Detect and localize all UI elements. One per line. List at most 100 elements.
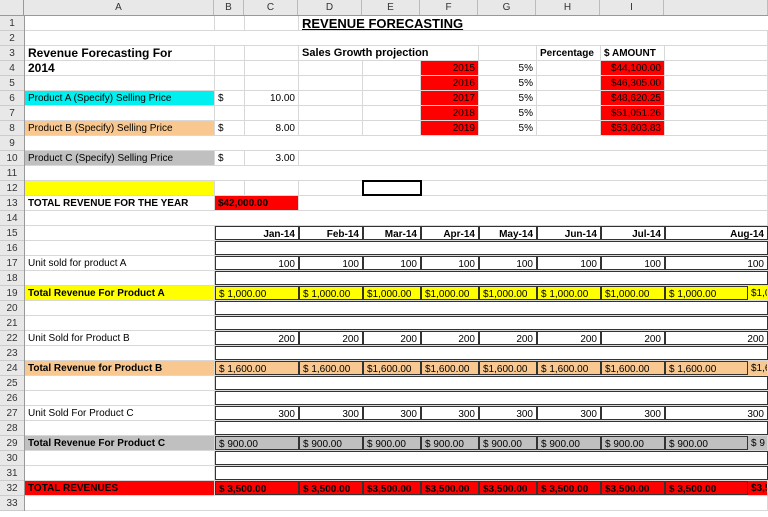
cell[interactable]: [215, 61, 245, 75]
row-10[interactable]: 10: [0, 151, 24, 166]
col-I[interactable]: I: [600, 0, 664, 15]
row-18[interactable]: 18: [0, 271, 24, 286]
row-33[interactable]: 33: [0, 496, 24, 511]
cell[interactable]: $1,600.00: [421, 361, 479, 375]
row-21[interactable]: 21: [0, 316, 24, 331]
row-9[interactable]: 9: [0, 136, 24, 151]
cell[interactable]: [215, 181, 245, 195]
price-a[interactable]: 10.00: [245, 91, 299, 105]
cell[interactable]: [537, 121, 601, 135]
row-5[interactable]: 5: [0, 76, 24, 91]
row-26[interactable]: 26: [0, 391, 24, 406]
cell[interactable]: [665, 46, 768, 60]
cell[interactable]: $1,000.00: [363, 286, 421, 300]
cell[interactable]: $: [215, 121, 245, 135]
cell[interactable]: $ 900.00: [537, 436, 601, 450]
row-2[interactable]: 2: [0, 31, 24, 46]
cell[interactable]: $ 1,000.00: [537, 286, 601, 300]
cell[interactable]: [245, 16, 299, 30]
cell[interactable]: [25, 271, 215, 285]
row-17[interactable]: 17: [0, 256, 24, 271]
proj-amt[interactable]: $53,603.83: [601, 121, 665, 135]
cell[interactable]: $3,500.00: [421, 481, 479, 495]
month-hdr[interactable]: May-14: [479, 226, 537, 240]
row-12[interactable]: 12: [0, 181, 24, 196]
cell[interactable]: 300: [537, 406, 601, 420]
cell[interactable]: [25, 301, 215, 315]
cell[interactable]: $ 900.00: [363, 436, 421, 450]
cell[interactable]: $1,0: [748, 286, 768, 300]
row-30[interactable]: 30: [0, 451, 24, 466]
cell[interactable]: [537, 106, 601, 120]
cell[interactable]: [299, 196, 768, 210]
cell[interactable]: $ 1,600.00: [215, 361, 299, 375]
cell[interactable]: [215, 466, 768, 480]
cell[interactable]: $ 900.00: [299, 436, 363, 450]
cell[interactable]: [299, 181, 363, 195]
cell[interactable]: [665, 76, 768, 90]
cell[interactable]: [25, 376, 215, 390]
cell[interactable]: $ 1,600.00: [537, 361, 601, 375]
row-13[interactable]: 13: [0, 196, 24, 211]
row-28[interactable]: 28: [0, 421, 24, 436]
cell[interactable]: 300: [421, 406, 479, 420]
cell[interactable]: 100: [215, 256, 299, 270]
proj-amt[interactable]: $51,051.26: [601, 106, 665, 120]
cell[interactable]: [215, 46, 245, 60]
cell[interactable]: [215, 316, 768, 330]
cell[interactable]: [665, 91, 768, 105]
row-4[interactable]: 4: [0, 61, 24, 76]
cell[interactable]: $ 3,500.00: [537, 481, 601, 495]
cell[interactable]: [299, 76, 363, 90]
row-16[interactable]: 16: [0, 241, 24, 256]
row-24[interactable]: 24: [0, 361, 24, 376]
month-hdr[interactable]: Jun-14: [537, 226, 601, 240]
cell[interactable]: [215, 391, 768, 405]
row-3[interactable]: 3: [0, 46, 24, 61]
row-29[interactable]: 29: [0, 436, 24, 451]
col-H[interactable]: H: [536, 0, 600, 15]
cell[interactable]: 100: [665, 256, 768, 270]
label-product-b[interactable]: Product B (Specify) Selling Price: [25, 121, 215, 135]
cell[interactable]: $1,000.00: [421, 286, 479, 300]
cell[interactable]: [363, 121, 421, 135]
cell[interactable]: $ 3,500.00: [215, 481, 299, 495]
cell[interactable]: [245, 46, 299, 60]
cell[interactable]: [25, 76, 215, 90]
col-F[interactable]: F: [420, 0, 478, 15]
row-19[interactable]: 19: [0, 286, 24, 301]
cell[interactable]: $ 900.00: [215, 436, 299, 450]
cell[interactable]: [421, 181, 768, 195]
cell[interactable]: [537, 76, 601, 90]
row-11[interactable]: 11: [0, 166, 24, 181]
price-c[interactable]: 3.00: [245, 151, 299, 165]
proj-year[interactable]: 2015: [421, 61, 479, 75]
cell[interactable]: 300: [299, 406, 363, 420]
cell[interactable]: $ 1,600.00: [665, 361, 748, 375]
month-hdr[interactable]: Jul-14: [601, 226, 665, 240]
proj-year[interactable]: 2018: [421, 106, 479, 120]
cell[interactable]: 200: [299, 331, 363, 345]
cell[interactable]: [665, 106, 768, 120]
cell[interactable]: [25, 451, 215, 465]
cell[interactable]: $3,500.00: [363, 481, 421, 495]
cell[interactable]: 100: [363, 256, 421, 270]
cell[interactable]: [245, 76, 299, 90]
cell[interactable]: 200: [665, 331, 768, 345]
cell[interactable]: [25, 241, 215, 255]
row-27[interactable]: 27: [0, 406, 24, 421]
cell[interactable]: 100: [601, 256, 665, 270]
cell[interactable]: [299, 61, 363, 75]
month-hdr[interactable]: Aug-14: [665, 226, 768, 240]
cell[interactable]: $3,500.00: [479, 481, 537, 495]
row-25[interactable]: 25: [0, 376, 24, 391]
price-b[interactable]: 8.00: [245, 121, 299, 135]
proj-amt[interactable]: $48,620.25: [601, 91, 665, 105]
col-J[interactable]: [664, 0, 768, 15]
cell[interactable]: $3,500.00: [601, 481, 665, 495]
col-B[interactable]: B: [214, 0, 244, 15]
cell[interactable]: $1,000.00: [601, 286, 665, 300]
cell[interactable]: [537, 61, 601, 75]
row-14[interactable]: 14: [0, 211, 24, 226]
proj-year[interactable]: 2017: [421, 91, 479, 105]
